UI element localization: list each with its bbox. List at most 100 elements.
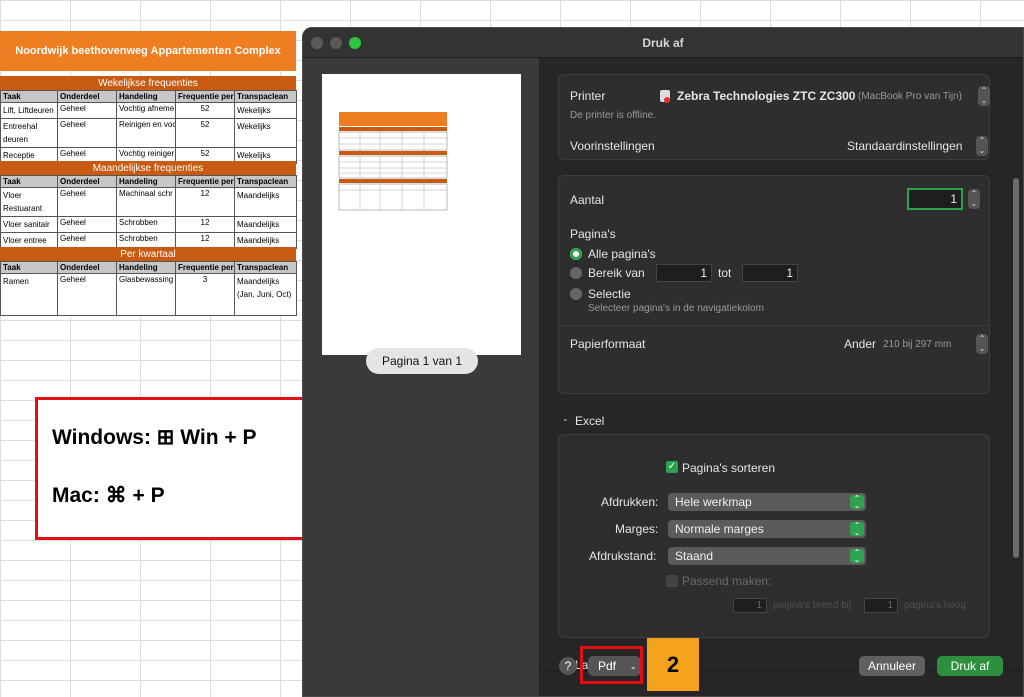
pages-tall-input[interactable]: 1 [864,598,898,613]
sheet-cell[interactable]: Wekelijks [234,102,297,119]
sheet-cell[interactable]: 52 [175,118,235,148]
sheet-cell[interactable]: Geheel [57,273,117,316]
all-pages-radio[interactable] [570,248,582,260]
sheet-cell[interactable]: Maandelijks [234,216,297,233]
range-to-label: tot [718,266,732,280]
sheet-header-row: Taak Onderdeel Handeling Frequentie per Tran… [0,90,297,103]
cancel-button[interactable]: Annuleer [859,656,925,676]
sheet-cell[interactable]: Maandelijks (Jan, Juni, Oct) [234,273,297,316]
sheet-section-header: Maandelijkse frequenties [0,161,296,175]
sheet-cell[interactable]: 3 [175,273,235,316]
all-pages-label: Alle pagina's [588,247,656,261]
printer-status: De printer is offline. [570,110,656,121]
page-range-radio[interactable] [570,267,582,279]
range-to-input[interactable]: 1 [742,264,798,282]
printer-panel: Printer Zebra Technologies ZTC ZC300 (Ma… [558,74,990,160]
print-preview-pane: Pagina 1 van 1 [303,58,539,696]
print-what-select[interactable]: Hele werkmap ⌃ ⌄ [668,493,866,511]
shortcut-callout: Windows: ⊞ Win + P Mac: ⌘ + P [35,397,309,540]
print-settings-pane: Printer Zebra Technologies ZTC ZC300 (Ma… [539,58,1023,696]
sheet-cell[interactable]: Wekelijks [234,118,297,148]
offline-indicator-icon [664,97,670,103]
printer-chevron-icon: ⌃ ⌄ [978,86,990,106]
sheet-cell[interactable]: Geheel [57,102,117,119]
step-badge-2: 2 [647,638,699,691]
sheet-cell[interactable]: Vloer sanitair [0,216,58,233]
paper-size-select[interactable]: Ander [844,337,876,351]
selection-radio[interactable] [570,288,582,300]
select-chevron-icon: ⌃ ⌄ [850,495,864,510]
sheet-row: Vloer Restuarant Geheel Machinaal schr 12 Ma… [0,187,297,217]
sheet-header-row: Taak Onderdeel Handeling Frequentie per Tran… [0,261,297,274]
sheet-column-header: Frequentie per [175,175,235,188]
sheet-cell[interactable]: Schrobben [116,216,176,233]
selection-hint: Selecteer pagina's in de navigatiekolom [588,303,764,314]
sheet-row: Ramen Geheel Glasbewassing 3 Maandelijks (Ja… [0,273,297,316]
sheet-table: Taak Onderdeel Handeling Frequentie per Tran… [0,90,297,164]
sheet-column-header: Onderdeel [57,261,117,274]
sheet-cell[interactable]: 52 [175,102,235,119]
sheet-column-header: Transpaclean [234,261,297,274]
range-from-input[interactable]: 1 [656,264,712,282]
printer-name: Zebra Technologies ZTC ZC300 [677,89,856,103]
select-chevron-icon: ⌃ ⌄ [850,522,864,537]
collate-label: Pagina's sorteren [682,461,776,475]
fit-checkbox[interactable] [666,575,678,587]
copies-pages-panel: Aantal 1 ⌃ ⌄ Pagina's Alle pagina's Berei… [558,175,990,394]
help-button[interactable]: ? [559,657,577,675]
preview-page-label: Pagina 1 van 1 [366,348,478,374]
copies-label: Aantal [570,193,605,207]
orientation-select[interactable]: Staand ⌃ ⌄ [668,547,866,565]
print-button[interactable]: Druk af [937,656,1003,676]
preview-page-thumbnail [322,74,521,355]
sheet-cell[interactable]: 12 [175,216,235,233]
fit-label: Passend maken: [682,574,772,588]
paper-size-dimensions: 210 bij 297 mm [883,339,952,350]
sheet-column-header: Frequentie per [175,261,235,274]
sheet-section-header: Per kwartaal [0,247,296,261]
select-chevron-icon: ⌃ ⌄ [850,549,864,564]
sheet-cell[interactable]: Geheel [57,187,117,217]
sheet-cell[interactable]: Ramen [0,273,58,316]
print-what-value: Hele werkmap [675,495,752,509]
copies-stepper[interactable]: ⌃ ⌄ [968,189,980,209]
sheet-table: Taak Onderdeel Handeling Frequentie per Tran… [0,175,297,249]
copies-input[interactable]: 1 [907,188,963,210]
sheet-cell[interactable]: Machinaal schr [116,187,176,217]
pages-tall-label: pagina's hoog [904,600,966,611]
margins-select[interactable]: Normale marges ⌃ ⌄ [668,520,866,538]
sheet-cell[interactable]: 12 [175,187,235,217]
sheet-cell[interactable]: Vochtig afneme [116,102,176,119]
sheet-column-header: Handeling [116,175,176,188]
printer-host: (MacBook Pro van Tijn) [858,91,962,102]
sheet-cell[interactable]: Reinigen en voc [116,118,176,148]
sheet-column-header: Taak [0,175,58,188]
sheet-cell[interactable]: Vloer Restuarant [0,187,58,217]
dialog-titlebar: Druk af [303,28,1023,58]
dialog-title: Druk af [642,36,684,50]
excel-disclosure-icon[interactable]: ⌄ [562,414,569,423]
presets-label: Voorinstellingen [570,139,655,153]
presets-select[interactable]: Standaardinstellingen [847,139,962,153]
paper-size-chevron-icon: ⌃ ⌄ [976,334,988,354]
excel-section-title[interactable]: Excel [575,414,604,428]
sheet-cell[interactable]: Geheel [57,216,117,233]
sheet-cell[interactable]: Lift, Liftdeuren [0,102,58,119]
sheet-column-header: Taak [0,261,58,274]
collate-checkbox[interactable]: ✓ [666,461,678,473]
sheet-section-header: Wekelijkse frequenties [0,76,296,90]
printer-select[interactable]: Zebra Technologies ZTC ZC300 (MacBook Pr… [660,86,992,106]
sheet-column-header: Frequentie per [175,90,235,103]
settings-scrollbar[interactable] [1013,178,1019,558]
sheet-cell[interactable]: Entreehal deuren [0,118,58,148]
sheet-cell[interactable]: Geheel [57,118,117,148]
sheet-header-row: Taak Onderdeel Handeling Frequentie per Tran… [0,175,297,188]
sheet-cell[interactable]: Maandelijks [234,187,297,217]
pdf-highlight-box [580,646,643,684]
sheet-column-header: Onderdeel [57,175,117,188]
sheet-column-header: Transpaclean [234,90,297,103]
pages-label: Pagina's [570,227,616,241]
sheet-cell[interactable]: Glasbewassing [116,273,176,316]
pages-wide-input[interactable]: 1 [733,598,767,613]
paper-size-label: Papierformaat [570,337,646,351]
